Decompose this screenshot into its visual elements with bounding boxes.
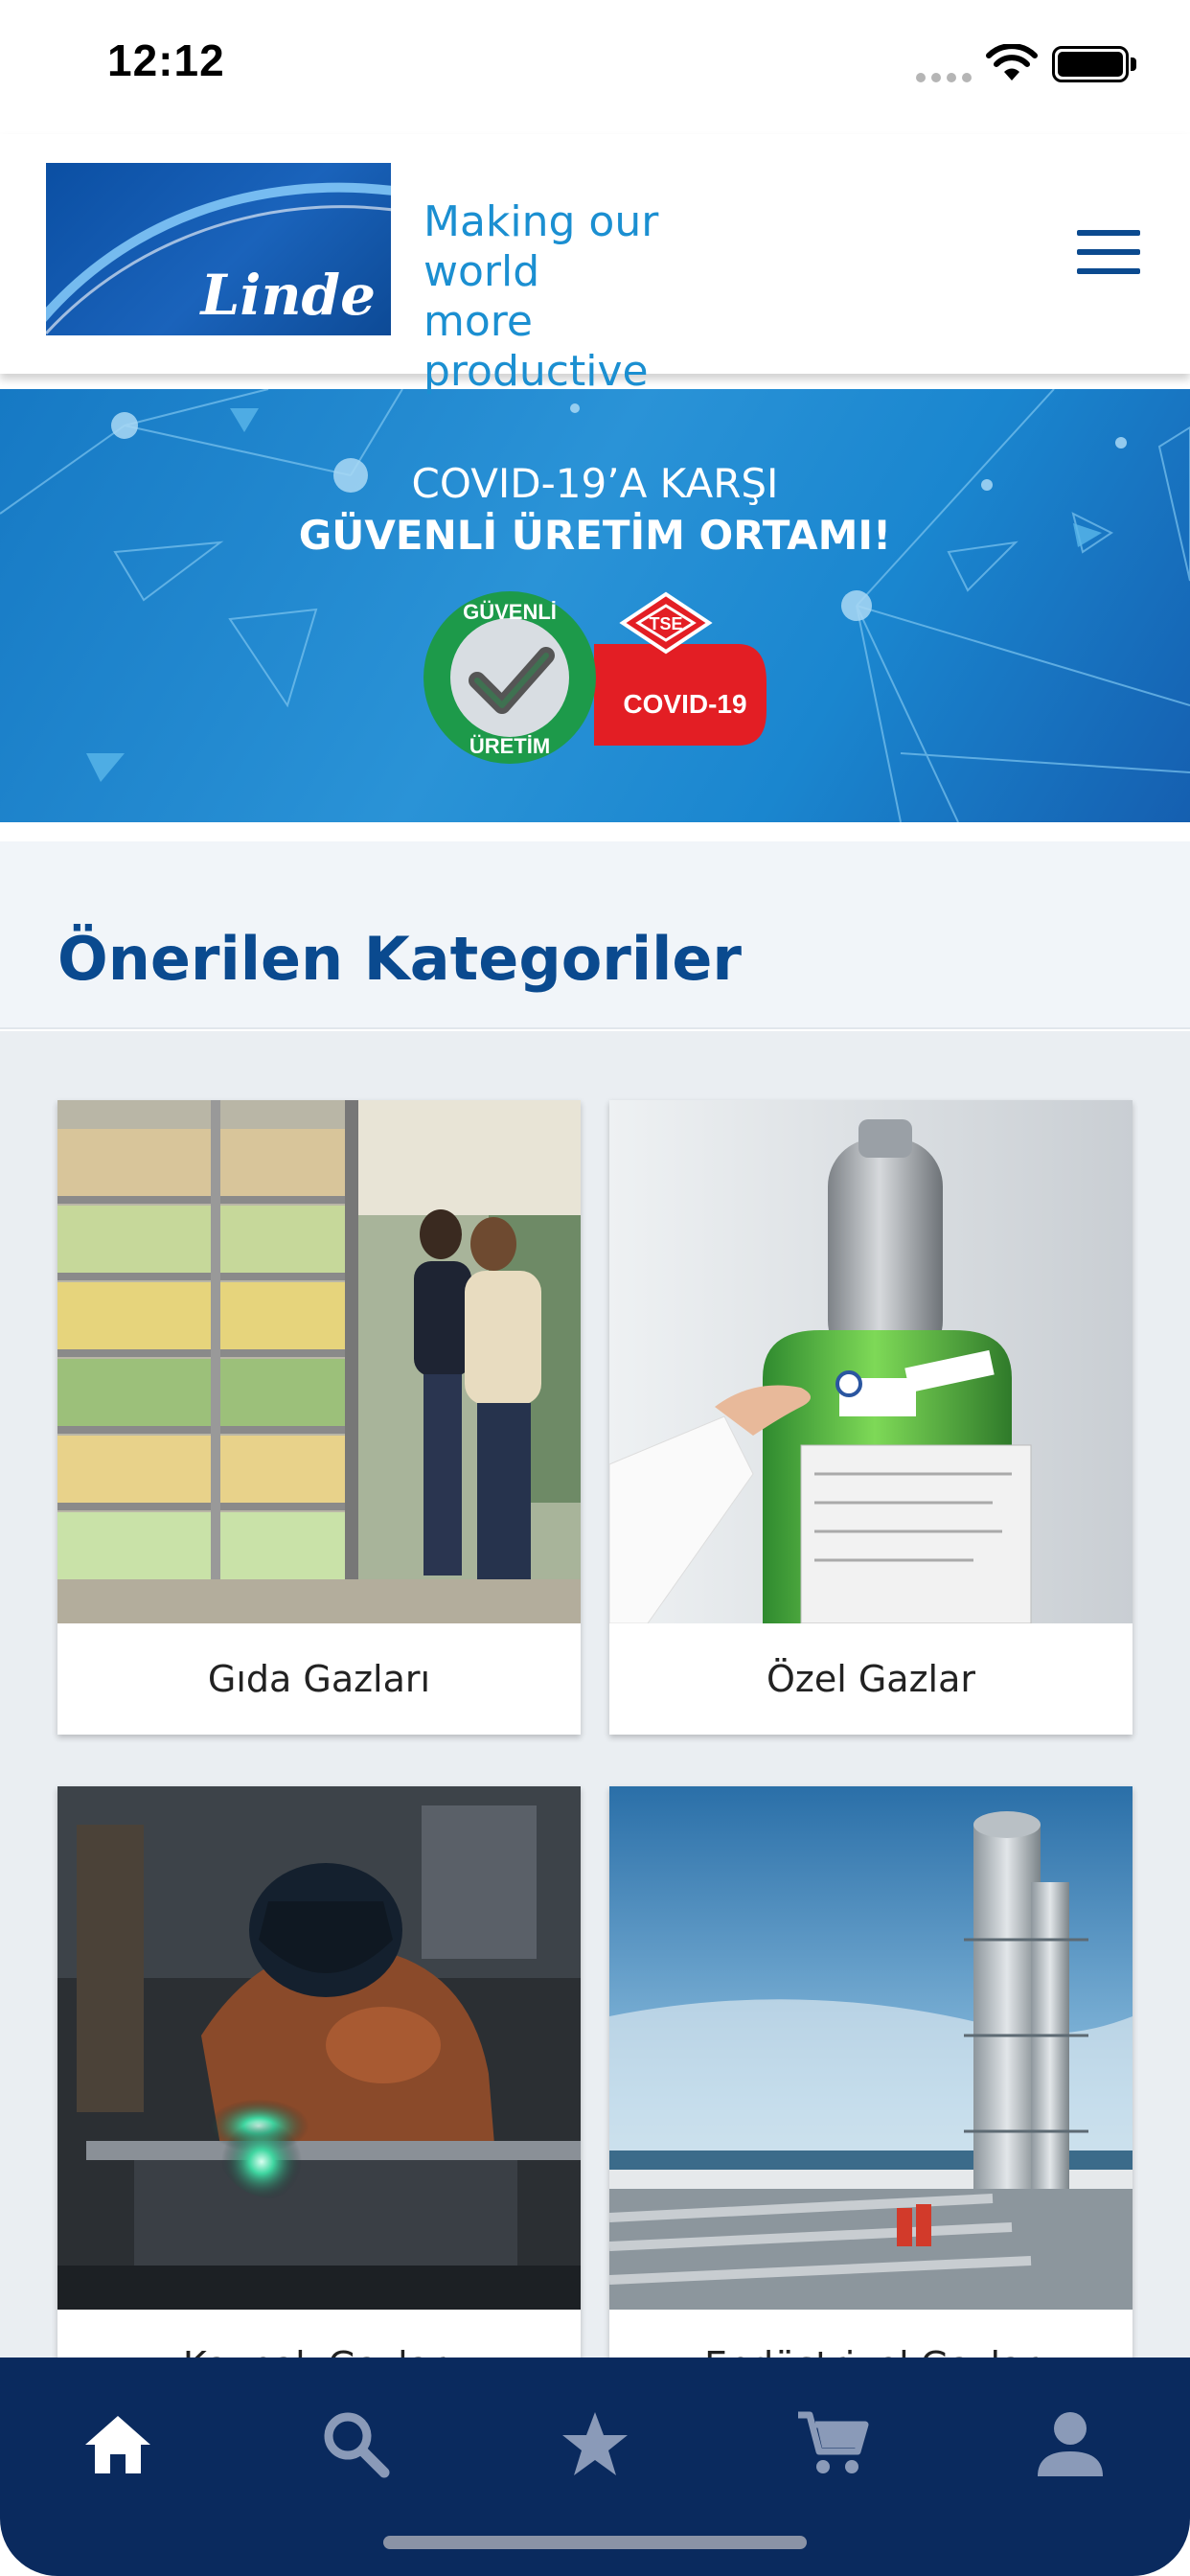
banner-subheadline: GÜVENLİ ÜRETİM ORTAMI! [298,512,892,559]
section-title: Önerilen Kategoriler [57,924,742,994]
category-card-welding-gases[interactable]: Kaynak Gazları [57,1786,581,2384]
tab-favorites[interactable] [542,2396,648,2492]
special-gases-image [609,1100,1133,1623]
tab-cart[interactable] [780,2396,885,2492]
category-card-food-gases[interactable]: Gıda Gazları [57,1100,581,1735]
covid-badge-text: COVID-19 [623,689,746,719]
linde-logo[interactable]: Linde [46,163,391,335]
battery-cap [1131,58,1136,71]
cart-icon [798,2411,869,2473]
category-grid: Gıda Gazları Özel Gazlar [0,1031,1190,2384]
tagline-line-2: more productive [423,297,649,396]
star-icon [562,2412,628,2475]
industrial-gases-image [609,1786,1133,2310]
recommended-categories-header: Önerilen Kategoriler [0,841,1190,1029]
category-label: Özel Gazlar [766,1658,976,1700]
tagline-line-1: Making our world [423,197,659,296]
home-icon [85,2416,150,2473]
search-icon [324,2412,390,2478]
covid-banner[interactable]: COVID-19’A KARŞI GÜVENLİ ÜRETİM ORTAMI! … [0,389,1190,822]
banner-headline: COVID-19’A KARŞI [411,460,779,507]
logo-text: Linde [200,263,376,328]
status-time: 12:12 [107,35,225,85]
badge-uretim-text: ÜRETİM [469,734,550,758]
category-card-industrial-gases[interactable]: Endüstriyel Gazlar [609,1786,1133,2384]
tse-text: TSE [649,614,682,633]
welding-gases-image [57,1786,581,2310]
category-label: Gıda Gazları [207,1658,431,1700]
profile-icon [1038,2412,1103,2476]
app-header: Linde Making our world more productive [0,134,1190,396]
tab-search[interactable] [303,2396,408,2492]
tagline: Making our world more productive [423,197,768,397]
status-bar: 12:12 [0,0,1190,134]
wifi-icon [986,44,1038,80]
food-gases-image [57,1100,581,1623]
badge-guvenli-text: GÜVENLİ [463,600,557,624]
cellular-signal-icon [916,73,972,82]
tab-profile[interactable] [1018,2396,1123,2492]
home-indicator[interactable] [383,2536,807,2549]
category-card-special-gases[interactable]: Özel Gazlar [609,1100,1133,1735]
safe-production-badges: TSE COVID-19 GÜVENLİ ÜRETİM [423,591,767,764]
tab-home[interactable] [65,2396,171,2492]
menu-icon[interactable] [1077,230,1140,274]
battery-icon [1052,46,1129,82]
